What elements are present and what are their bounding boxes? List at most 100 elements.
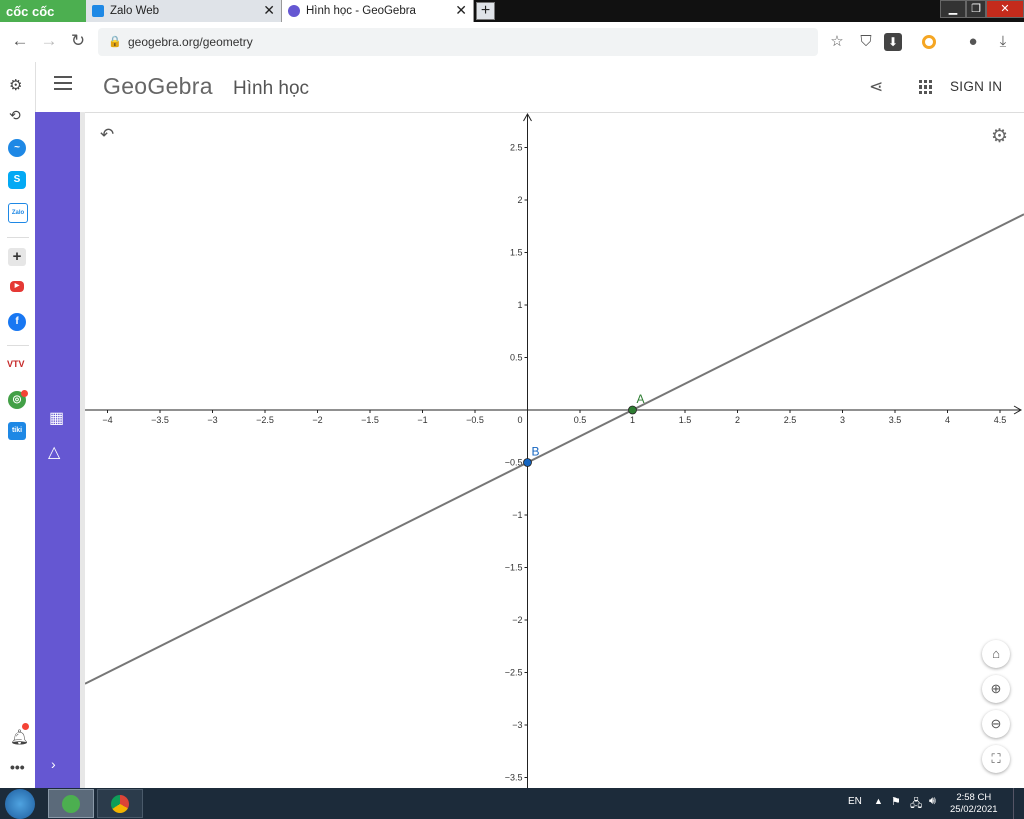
tab-title: Hình học - GeoGebra [306,5,416,17]
share-icon[interactable]: ⋖ [869,77,883,97]
tab-title: Zalo Web [110,5,160,17]
vtv-icon[interactable]: VTV [7,359,25,369]
sign-in-button[interactable]: SIGN IN [950,79,1002,94]
point-label-a: A [637,392,645,406]
zoom-out-button[interactable]: ⊖ [982,710,1010,738]
facebook-icon[interactable]: f [8,313,26,331]
tiki-icon[interactable]: tiki [8,422,26,440]
x-tick-label: −1.5 [361,415,379,425]
x-tick-label: 4 [945,415,950,425]
x-tick-label: 4.5 [994,415,1007,425]
fullscreen-button[interactable]: ⛶ [982,745,1010,773]
y-tick-label: 2.5 [510,143,523,153]
download-manager-icon[interactable]: ⬇ [884,33,902,51]
forward-icon[interactable]: → [37,29,61,53]
x-tick-label: −3.5 [151,415,169,425]
clock[interactable]: 2:58 CH 25/02/2021 [950,792,998,816]
tab-zalo[interactable]: Zalo Web ✕ [86,0,282,22]
minimize-button[interactable]: ▁ [940,0,966,18]
x-tick-label: −4 [102,415,112,425]
y-tick-label: −3.5 [505,773,523,783]
zoom-in-button[interactable]: ⊕ [982,675,1010,703]
gear-icon[interactable]: ⚙ [9,76,22,94]
language-indicator[interactable]: EN [848,796,862,807]
youtube-icon[interactable]: ▶ [10,281,24,292]
coccoc-logo[interactable]: cốc cốc [0,0,86,22]
close-icon[interactable]: ✕ [263,3,275,17]
y-tick-label: 2 [517,195,522,205]
point-label-b: B [532,445,540,459]
show-desktop-button[interactable] [1013,788,1024,819]
taskbar-coccoc-button[interactable] [48,789,94,818]
axes [85,112,1023,788]
home-view-button[interactable]: ⌂ [982,640,1010,668]
line-ab[interactable] [85,213,1024,685]
geogebra-icon [288,5,300,17]
y-tick-label: −2 [512,615,522,625]
maximize-button[interactable]: ❐ [966,0,986,18]
lock-icon: 🔒 [108,36,122,48]
add-icon[interactable]: + [8,248,26,266]
notification-dot [22,723,29,730]
skype-icon[interactable]: S [8,171,26,189]
clock-time: 2:58 CH [956,792,992,803]
brand-name: cốc cốc [6,3,55,19]
graphics-settings-gear-icon[interactable]: ⚙ [991,125,1008,148]
window-close-button[interactable]: ✕ [986,0,1024,18]
shield-icon[interactable]: ⛉ [855,31,877,53]
y-tick-label: −3 [512,720,522,730]
history-icon[interactable]: ⟲ [9,107,21,124]
zalo-icon[interactable]: Zalo [8,203,28,223]
x-tick-label: −2.5 [256,415,274,425]
y-tick-label: −1 [512,510,522,520]
x-tick-label: 3 [840,415,845,425]
network-icon[interactable]: 🖧︎ [910,795,922,814]
volume-icon[interactable]: 🔊︎ [929,795,936,808]
x-tick-label: −0.5 [466,415,484,425]
tab-geogebra[interactable]: Hình học - GeoGebra ✕ [282,0,474,22]
x-tick-label: −2 [312,415,322,425]
x-tick-label: 1.5 [679,415,692,425]
point-b[interactable] [523,458,532,467]
x-tick-label: 1 [630,415,635,425]
new-tab-button[interactable]: + [476,2,495,20]
profile-icon[interactable]: ● [962,31,984,53]
calculator-icon[interactable]: ▦ [49,408,64,428]
geogebra-logo[interactable]: GeoGebra [103,73,213,100]
geometry-tools-icon[interactable]: △ [48,442,60,462]
y-tick-label: −1.5 [505,563,523,573]
tray-expand-icon[interactable]: ▲ [874,796,883,806]
bell-icon[interactable]: 🔔︎ [10,728,29,746]
taskbar-chrome-button[interactable] [97,789,143,818]
y-tick-label: 1.5 [510,248,523,258]
y-tick-label: 1 [517,300,522,310]
messenger-icon[interactable]: ~ [8,139,26,157]
zalo-icon [92,5,104,17]
x-tick-label: 2.5 [784,415,797,425]
reload-icon[interactable]: ↻ [66,29,90,53]
windows-taskbar [0,788,1024,819]
start-button[interactable] [5,789,35,819]
apps-grid-icon[interactable] [919,80,933,94]
x-tick-label: 3.5 [889,415,902,425]
undo-icon[interactable]: ↶ [100,125,114,145]
url-text: geogebra.org/geometry [128,35,253,49]
close-icon[interactable]: ✕ [455,3,467,17]
download-icon[interactable]: ⤓ [992,31,1014,53]
point-a[interactable] [628,405,637,415]
expand-panel-icon[interactable]: › [51,756,56,772]
extension-icon[interactable] [922,35,936,49]
x-tick-label: 0.5 [574,415,587,425]
tick-labels: −4 −3.5 −3 −2.5 −2 −1.5 −1 −0.5 0.5 1 1.5 2 2.5 3 3.5 4… [102,143,1006,783]
action-center-flag-icon[interactable]: ⚑ [891,795,901,808]
x-tick-label: 2 [735,415,740,425]
y-tick-label: −2.5 [505,668,523,678]
x-tick-label: −3 [207,415,217,425]
divider [7,345,29,346]
hamburger-menu-icon[interactable] [54,76,72,90]
more-icon[interactable]: ••• [10,759,25,775]
back-icon[interactable]: ← [8,29,32,53]
bookmark-star-icon[interactable]: ☆ [826,31,848,53]
graphics-view[interactable]: −4 −3.5 −3 −2.5 −2 −1.5 −1 −0.5 0.5 1 1.5 2 2.5 3 3.5 4… [85,112,1024,788]
x-tick-label: −1 [417,415,427,425]
